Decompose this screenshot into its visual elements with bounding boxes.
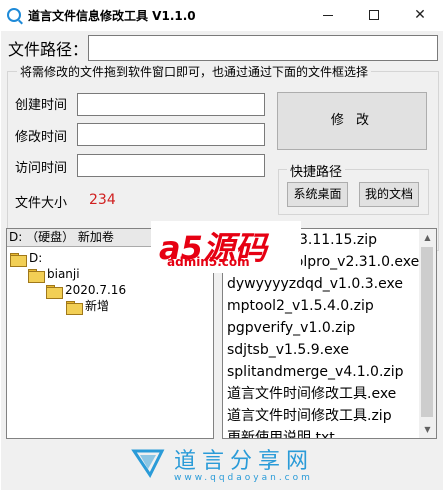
maximize-icon	[369, 10, 379, 20]
minimize-button[interactable]	[305, 0, 351, 30]
created-time-input[interactable]	[77, 93, 265, 116]
tree-item-xinzeng[interactable]: 新增	[66, 298, 110, 315]
file-size-value: 234	[89, 192, 116, 208]
accessed-time-input[interactable]	[77, 154, 265, 177]
file-item[interactable]: 道言文件时间修改工具.zip	[227, 405, 392, 427]
folder-icon	[66, 300, 83, 315]
folder-icon	[28, 268, 45, 283]
daoyan-watermark-url: www.qqdaoyan.com	[174, 473, 313, 483]
modify-button[interactable]: 修 改	[277, 92, 427, 150]
tree-item-date[interactable]: 2020.7.16	[46, 282, 127, 299]
folder-icon	[10, 252, 27, 267]
desktop-button[interactable]: 系统桌面	[287, 182, 348, 207]
maximize-button[interactable]	[351, 0, 397, 30]
daoyan-logo-icon	[131, 449, 165, 478]
file-item[interactable]: 3.11.15.zip	[299, 229, 377, 251]
chevron-up-icon[interactable]: ▲	[419, 229, 436, 246]
scrollbar-thumb[interactable]	[421, 247, 433, 417]
daoyan-watermark: 道言分享网 www.qqdaoyan.com	[126, 441, 326, 490]
accessed-time-label: 访问时间	[15, 161, 68, 176]
file-item[interactable]: 更新使用说明.txt	[227, 427, 335, 438]
tree-item-label: 2020.7.16	[65, 283, 127, 297]
my-documents-button[interactable]: 我的文档	[359, 182, 419, 207]
close-button[interactable]: ✕	[397, 0, 443, 30]
file-path-input[interactable]	[88, 35, 438, 61]
modified-time-label: 修改时间	[15, 130, 68, 145]
folder-icon	[46, 284, 63, 299]
modified-time-input[interactable]	[77, 123, 265, 146]
chevron-down-icon[interactable]: ▼	[419, 421, 436, 438]
tree-item-label: bianji	[47, 267, 80, 281]
tree-item-d[interactable]: D:	[10, 250, 43, 267]
file-path-label: 文件路径：	[8, 40, 89, 59]
file-item[interactable]: pgpverify_v1.0.zip	[227, 317, 355, 339]
a5-watermark: a5源码 admin5.com	[151, 221, 301, 273]
file-item[interactable]: dywyyyyzdqd_v1.0.3.exe	[227, 273, 403, 295]
file-item[interactable]: splitandmerge_v4.1.0.zip	[227, 361, 404, 383]
main-window: 文件路径： 将需修改的文件拖到软件窗口即可，也通过通过下面的文件框选择 创建时间…	[1, 31, 443, 490]
file-item[interactable]: sdjtsb_v1.5.9.exe	[227, 339, 349, 361]
shortcut-group-title: 快捷路径	[287, 161, 346, 180]
file-item[interactable]: mptool2_v1.5.4.0.zip	[227, 295, 374, 317]
file-info-group-title: 将需修改的文件拖到软件窗口即可，也通过通过下面的文件框选择	[17, 63, 372, 80]
a5-watermark-site: admin5.com	[167, 255, 250, 269]
file-list-scrollbar[interactable]: ▲ ▼	[419, 229, 436, 438]
window-title: 道言文件信息修改工具 V1.1.0	[28, 9, 196, 23]
daoyan-watermark-name: 道言分享网	[174, 449, 315, 474]
created-time-label: 创建时间	[15, 98, 68, 113]
tree-item-label: 新增	[85, 299, 110, 313]
tree-item-bianji[interactable]: bianji	[28, 266, 80, 283]
file-size-label: 文件大小	[15, 196, 68, 211]
minimize-icon	[323, 15, 333, 16]
shortcut-group: 快捷路径 系统桌面 我的文档	[278, 161, 429, 215]
file-item[interactable]: 道言文件时间修改工具.exe	[227, 383, 396, 405]
title-bar: 道言文件信息修改工具 V1.1.0 ✕	[0, 0, 444, 31]
app-search-icon	[7, 8, 21, 22]
tree-item-label: D:	[29, 251, 43, 265]
